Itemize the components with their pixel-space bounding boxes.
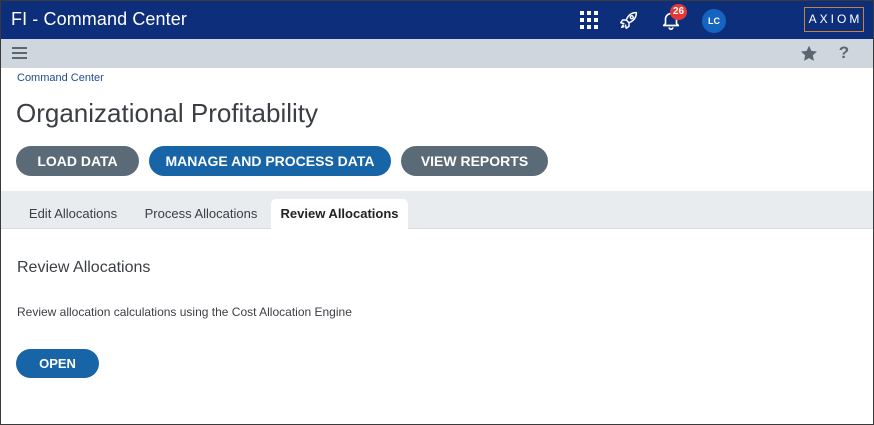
view-reports-button[interactable]: VIEW REPORTS bbox=[401, 146, 548, 176]
load-data-button[interactable]: LOAD DATA bbox=[16, 146, 139, 176]
user-avatar[interactable]: LC bbox=[702, 9, 726, 33]
top-header-bar: FI - Command Center 26 LC AXIOM bbox=[1, 1, 873, 39]
tab-process-allocations[interactable]: Process Allocations bbox=[133, 199, 269, 230]
open-button[interactable]: OPEN bbox=[16, 349, 99, 378]
star-icon[interactable] bbox=[798, 43, 820, 65]
rocket-icon[interactable] bbox=[617, 8, 641, 32]
tab-edit-allocations[interactable]: Edit Allocations bbox=[18, 199, 128, 230]
manage-and-process-data-button[interactable]: MANAGE AND PROCESS DATA bbox=[149, 146, 391, 176]
app-title: FI - Command Center bbox=[11, 9, 187, 29]
axiom-logo: AXIOM bbox=[804, 7, 864, 32]
hamburger-menu-icon[interactable] bbox=[10, 45, 30, 61]
help-icon[interactable]: ? bbox=[835, 41, 853, 65]
tab-strip: Edit Allocations Process Allocations Rev… bbox=[1, 191, 873, 230]
section-title: Review Allocations bbox=[17, 259, 151, 276]
page-title: Organizational Profitability bbox=[16, 98, 319, 128]
tab-review-allocations[interactable]: Review Allocations bbox=[271, 199, 408, 230]
secondary-toolbar: ? bbox=[1, 39, 873, 68]
breadcrumb[interactable]: Command Center bbox=[17, 72, 104, 84]
notification-badge: 26 bbox=[670, 4, 688, 20]
section-description: Review allocation calculations using the… bbox=[17, 305, 352, 319]
app-window: FI - Command Center 26 LC AXIOM ? Comman… bbox=[0, 0, 874, 425]
apps-grid-icon[interactable] bbox=[577, 8, 601, 32]
